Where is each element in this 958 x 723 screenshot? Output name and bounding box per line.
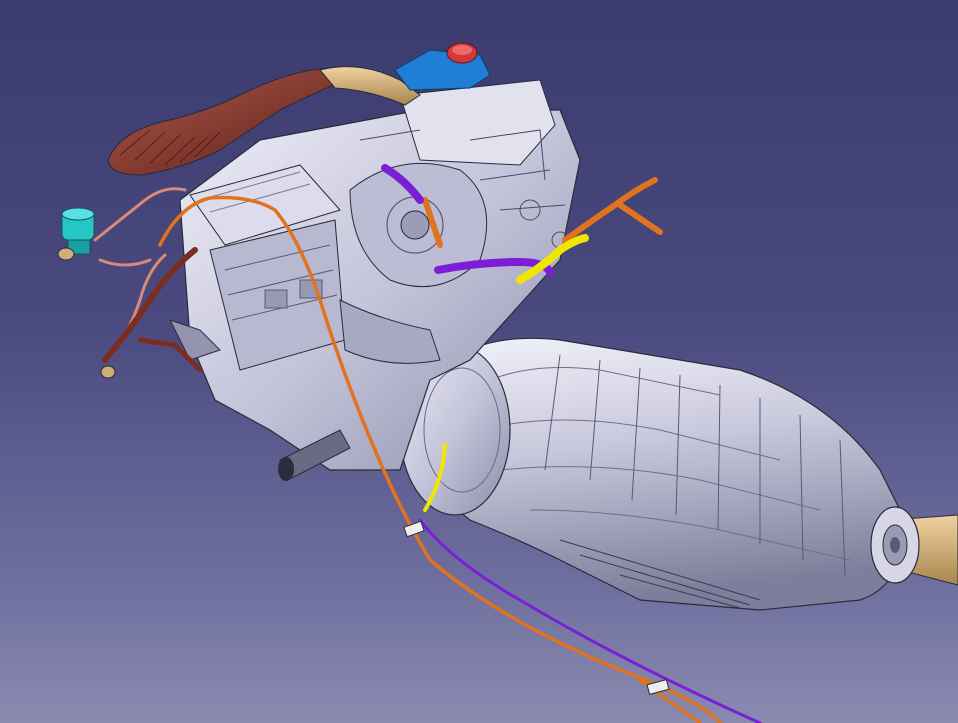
top-housing — [399, 79, 556, 166]
engine-transmission-3d-model[interactable] — [0, 0, 958, 723]
coolant-reservoir — [394, 42, 491, 91]
brake-fluid-canister — [57, 207, 95, 261]
cad-3d-viewport[interactable] — [0, 0, 958, 723]
transmission-housing — [399, 337, 920, 611]
hose-clamp — [100, 365, 116, 379]
